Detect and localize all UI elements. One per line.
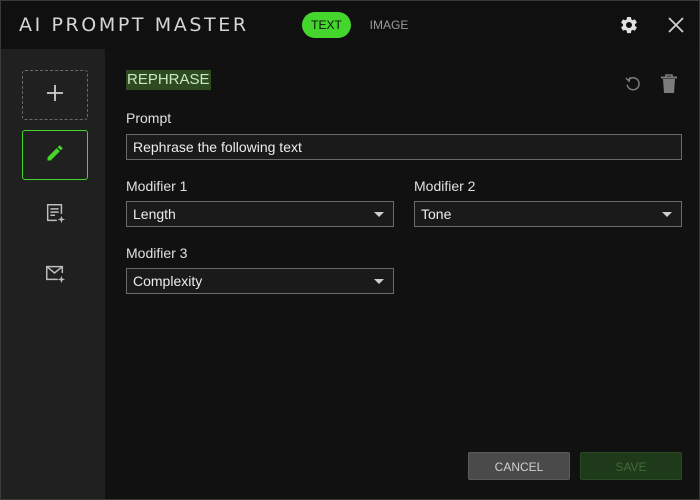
modifier-1-value: Length (133, 206, 176, 222)
editor-panel: REPHRASE Prompt Modifier 1 Length Modifi… (106, 49, 699, 499)
modifier-2-value: Tone (421, 206, 452, 222)
cancel-button[interactable]: CANCEL (468, 452, 570, 480)
email-icon (44, 262, 66, 289)
modifier-1-select[interactable]: Length (126, 201, 394, 227)
prompt-heading[interactable]: REPHRASE (126, 70, 211, 90)
sidebar-item-summarize[interactable] (22, 190, 88, 240)
modifier-3-select[interactable]: Complexity (126, 268, 394, 294)
sidebar-item-rephrase[interactable] (22, 130, 88, 180)
tab-image[interactable]: IMAGE (361, 12, 417, 38)
modifier-1-label: Modifier 1 (126, 178, 188, 194)
modifier-3-value: Complexity (133, 273, 203, 289)
plus-icon (45, 83, 65, 108)
modifier-3-label: Modifier 3 (126, 245, 188, 261)
gear-icon[interactable] (615, 11, 643, 39)
title-bar: AI PROMPT MASTER TEXT IMAGE (1, 1, 699, 49)
add-prompt-button[interactable] (22, 70, 88, 120)
app-title: AI PROMPT MASTER (19, 14, 249, 36)
chevron-down-icon (374, 279, 384, 284)
sidebar (1, 49, 105, 499)
reset-icon[interactable] (622, 73, 644, 95)
summarize-icon (44, 202, 66, 229)
prompt-input[interactable] (126, 134, 682, 160)
app-window: AI PROMPT MASTER TEXT IMAGE REPHRASE Pro… (0, 0, 700, 500)
trash-icon[interactable] (658, 73, 680, 95)
tab-text[interactable]: TEXT (302, 12, 351, 38)
close-icon[interactable] (662, 11, 690, 39)
pencil-icon (45, 143, 65, 168)
chevron-down-icon (662, 212, 672, 217)
sidebar-item-email[interactable] (22, 250, 88, 300)
chevron-down-icon (374, 212, 384, 217)
save-button[interactable]: SAVE (580, 452, 682, 480)
modifier-2-label: Modifier 2 (414, 178, 476, 194)
modifier-2-select[interactable]: Tone (414, 201, 682, 227)
prompt-label: Prompt (126, 110, 172, 126)
